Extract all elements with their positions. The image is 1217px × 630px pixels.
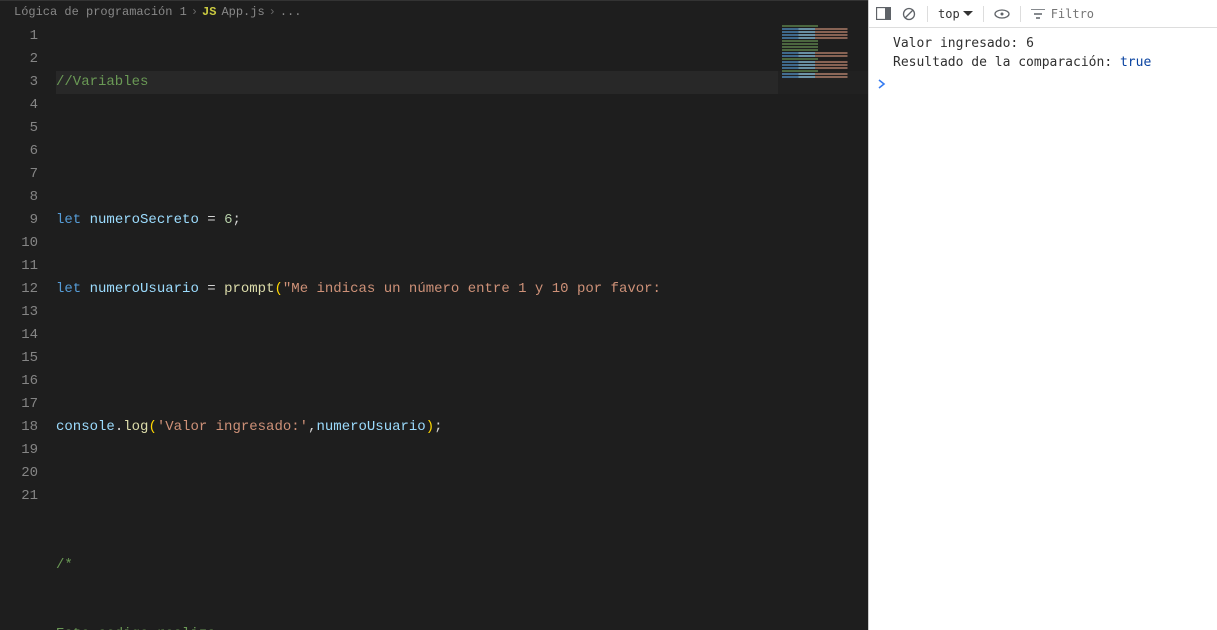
line-number: 19 [0, 439, 38, 462]
breadcrumb[interactable]: Lógica de programación 1 › JS App.js › .… [0, 0, 868, 23]
code-line[interactable]: //Variables [56, 71, 868, 94]
breadcrumb-folder[interactable]: Lógica de programación 1 [14, 5, 187, 19]
line-number: 4 [0, 94, 38, 117]
line-number: 7 [0, 163, 38, 186]
line-number: 9 [0, 209, 38, 232]
code-content[interactable]: //Variables let numeroSecreto = 6; let n… [56, 23, 868, 630]
line-number: 11 [0, 255, 38, 278]
js-file-icon: JS [202, 5, 216, 19]
line-number: 21 [0, 485, 38, 508]
dropdown-icon [963, 10, 973, 18]
minimap[interactable] [778, 24, 868, 630]
line-number: 10 [0, 232, 38, 255]
line-number: 8 [0, 186, 38, 209]
toolbar-divider [983, 6, 984, 22]
context-selector[interactable]: top [938, 7, 973, 21]
chevron-right-icon: › [269, 5, 276, 19]
console-log-line: Valor ingresado: 6 [869, 34, 1217, 53]
code-area[interactable]: 1 2 3 4 5 6 7 8 9 10 11 12 13 14 15 16 1… [0, 23, 868, 630]
code-line[interactable] [56, 485, 868, 508]
code-line[interactable]: /* [56, 554, 868, 577]
clear-console-icon[interactable] [901, 6, 917, 22]
line-number: 15 [0, 347, 38, 370]
line-number: 16 [0, 370, 38, 393]
code-line[interactable]: console.log('Valor ingresado:',numeroUsu… [56, 416, 868, 439]
line-number: 12 [0, 278, 38, 301]
code-line[interactable]: Este codigo realiza [56, 623, 868, 630]
line-number: 17 [0, 393, 38, 416]
console-log-line: Resultado de la comparación: true [869, 53, 1217, 72]
line-number: 3 [0, 71, 38, 94]
filter-icon [1031, 9, 1045, 19]
chevron-right-icon [877, 79, 887, 89]
code-line[interactable] [56, 140, 868, 163]
sidebar-toggle-icon[interactable] [875, 6, 891, 22]
line-number: 18 [0, 416, 38, 439]
line-gutter: 1 2 3 4 5 6 7 8 9 10 11 12 13 14 15 16 1… [0, 23, 56, 630]
line-number: 6 [0, 140, 38, 163]
console-prompt[interactable] [869, 72, 1217, 95]
line-number: 13 [0, 301, 38, 324]
toolbar-divider [1020, 6, 1021, 22]
breadcrumb-file[interactable]: App.js [221, 5, 264, 19]
devtools-pane: top Valor ingresado: 6 Resultado de la c… [868, 0, 1217, 630]
line-number: 14 [0, 324, 38, 347]
filter-input[interactable] [1051, 7, 1211, 21]
toolbar-divider [927, 6, 928, 22]
line-number: 20 [0, 462, 38, 485]
line-number: 5 [0, 117, 38, 140]
code-line[interactable]: let numeroSecreto = 6; [56, 209, 868, 232]
context-label: top [938, 7, 960, 21]
live-expression-icon[interactable] [994, 6, 1010, 22]
editor-pane: Lógica de programación 1 › JS App.js › .… [0, 0, 868, 630]
breadcrumb-ellipsis[interactable]: ... [280, 5, 302, 19]
line-number: 2 [0, 48, 38, 71]
code-line[interactable] [56, 347, 868, 370]
devtools-toolbar: top [869, 0, 1217, 28]
filter-wrap [1031, 7, 1211, 21]
chevron-right-icon: › [191, 5, 198, 19]
code-line[interactable]: let numeroUsuario = prompt("Me indicas u… [56, 278, 868, 301]
line-number: 1 [0, 25, 38, 48]
console-output[interactable]: Valor ingresado: 6 Resultado de la compa… [869, 28, 1217, 630]
